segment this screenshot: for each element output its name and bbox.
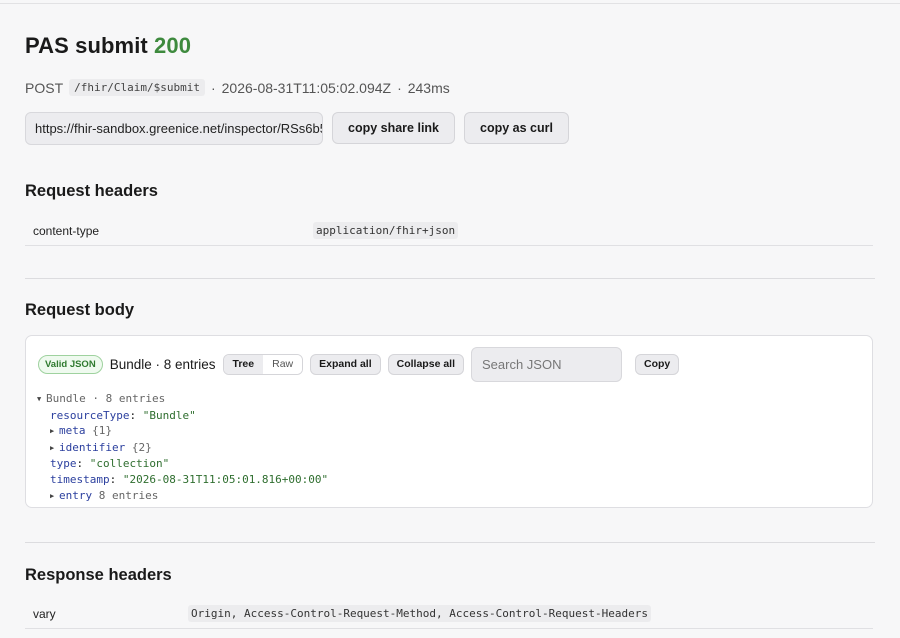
tab-raw[interactable]: Raw <box>263 354 303 374</box>
copy-share-link-button[interactable]: copy share link <box>332 112 456 144</box>
json-toolbar: Valid JSON Bundle · 8 entries Tree Raw E… <box>38 346 680 382</box>
top-divider <box>0 3 900 4</box>
search-json-input[interactable]: Search JSON <box>471 346 622 382</box>
json-summary: Bundle · 8 entries <box>109 356 216 372</box>
tree-root-sep: · <box>85 392 106 405</box>
response-headers-title: Response headers <box>25 566 172 584</box>
json-tree: ▼ Bundle · 8 entries resourceType: "Bundl… <box>37 391 328 504</box>
tree-key: resourceType <box>50 408 130 422</box>
copy-as-curl-button[interactable]: copy as curl <box>464 112 569 144</box>
caret-down-icon[interactable]: ▼ <box>37 392 46 408</box>
section-divider <box>25 542 875 543</box>
tree-count: {1} <box>92 424 112 438</box>
request-meta: POST /fhir/Claim/$submit · 2026-08-31T11… <box>25 79 450 96</box>
request-timestamp: 2026-08-31T11:05:02.094Z <box>221 79 392 96</box>
section-divider <box>25 278 875 279</box>
tree-value: "Bundle" <box>142 408 196 422</box>
request-method: POST <box>25 79 64 96</box>
collapse-all-button[interactable]: Collapse all <box>387 353 464 375</box>
request-body-title: Request body <box>25 301 135 319</box>
tree-key: timestamp <box>50 472 110 486</box>
tree-node-resourcetype: resourceType: "Bundle" <box>50 408 196 422</box>
meta-separator: · <box>397 79 402 96</box>
caret-right-icon[interactable]: ▶ <box>50 424 59 440</box>
valid-json-badge: Valid JSON <box>38 354 103 374</box>
request-headers-title: Request headers <box>25 182 158 200</box>
tree-key: meta <box>59 424 86 438</box>
caret-right-icon[interactable]: ▶ <box>50 441 59 457</box>
tree-node-meta[interactable]: ▶ meta {1} <box>37 423 328 440</box>
tree-key: identifier <box>59 440 126 454</box>
tree-root-count: 8 entries <box>105 392 166 405</box>
view-toggle: Tree Raw <box>222 353 304 375</box>
tree-node-timestamp: timestamp: "2026-08-31T11:05:01.816+00:0… <box>50 472 329 486</box>
request-path: /fhir/Claim/$submit <box>69 79 205 96</box>
tree-value: "collection" <box>89 457 170 471</box>
header-key: vary <box>33 607 56 621</box>
tree-node-root[interactable]: ▼ Bundle · 8 entries <box>37 391 328 408</box>
header-key: content-type <box>33 224 100 238</box>
copy-json-button[interactable]: Copy <box>635 353 680 375</box>
tree-key: entry <box>59 488 93 502</box>
tree-node-identifier[interactable]: ▶ identifier {2} <box>37 440 328 457</box>
expand-all-button[interactable]: Expand all <box>310 353 381 375</box>
header-row: vary Origin, Access-Control-Request-Meth… <box>25 597 873 629</box>
tree-value: "2026-08-31T11:05:01.816+00:00" <box>122 472 329 486</box>
header-row: content-type application/fhir+json <box>25 214 873 246</box>
share-toolbar: https://fhir-sandbox.greenice.net/inspec… <box>25 112 569 145</box>
status-code: 200 <box>154 33 192 58</box>
tree-node-type: type: "collection" <box>50 457 170 471</box>
caret-right-icon[interactable]: ▶ <box>50 489 59 505</box>
json-viewer-panel: Valid JSON Bundle · 8 entries Tree Raw E… <box>25 335 873 508</box>
meta-separator: · <box>210 79 216 96</box>
header-value: Origin, Access-Control-Request-Method, A… <box>188 605 651 622</box>
tree-key: type <box>50 457 77 471</box>
page-title: PAS submit 200 <box>25 33 191 59</box>
page-title-text: PAS submit <box>25 33 148 58</box>
tree-node-entry[interactable]: ▶ entry 8 entries <box>37 488 328 505</box>
request-duration: 243ms <box>407 79 450 96</box>
tab-tree[interactable]: Tree <box>223 354 264 374</box>
share-url-field[interactable]: https://fhir-sandbox.greenice.net/inspec… <box>25 112 323 145</box>
tree-count: 8 entries <box>98 488 159 502</box>
header-value: application/fhir+json <box>313 222 459 239</box>
tree-count: {2} <box>131 440 152 454</box>
tree-root-label: Bundle <box>46 392 86 405</box>
